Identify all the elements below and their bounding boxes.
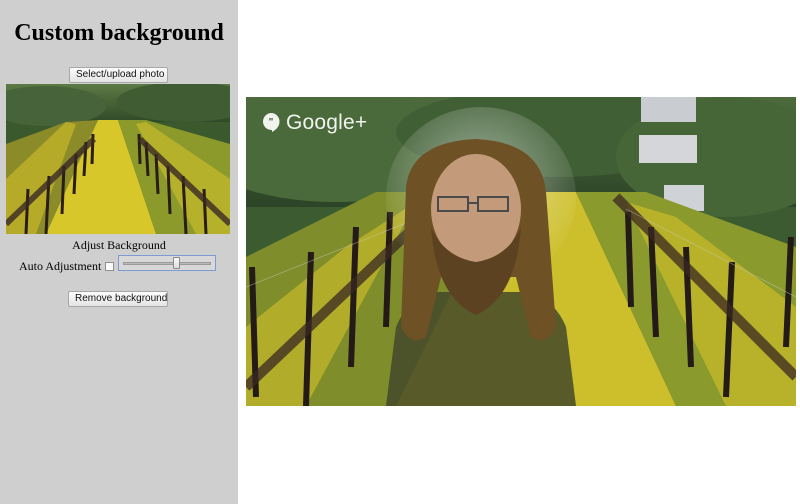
auto-adjustment-checkbox[interactable] <box>105 261 115 271</box>
sidebar-panel: Custom background Select/upload photo Ad <box>0 0 238 504</box>
panel-title: Custom background <box>14 20 224 46</box>
slider-track <box>123 262 211 265</box>
auto-adjustment-row: Auto Adjustment <box>19 258 115 274</box>
remove-background-button[interactable]: Remove background <box>68 291 168 307</box>
select-upload-photo-button[interactable]: Select/upload photo <box>69 67 168 83</box>
hangouts-quote-icon: " <box>262 113 280 132</box>
auto-adjustment-label: Auto Adjustment <box>19 258 102 273</box>
slider-thumb[interactable] <box>173 257 181 269</box>
google-plus-brand: " Google+ <box>261 109 367 137</box>
video-preview <box>246 97 796 406</box>
background-adjust-slider[interactable] <box>118 255 216 271</box>
svg-text:": " <box>269 117 274 128</box>
google-plus-wordmark: Google+ <box>286 111 368 134</box>
background-thumbnail[interactable] <box>6 84 230 234</box>
adjust-background-label: Adjust Background <box>72 238 166 252</box>
